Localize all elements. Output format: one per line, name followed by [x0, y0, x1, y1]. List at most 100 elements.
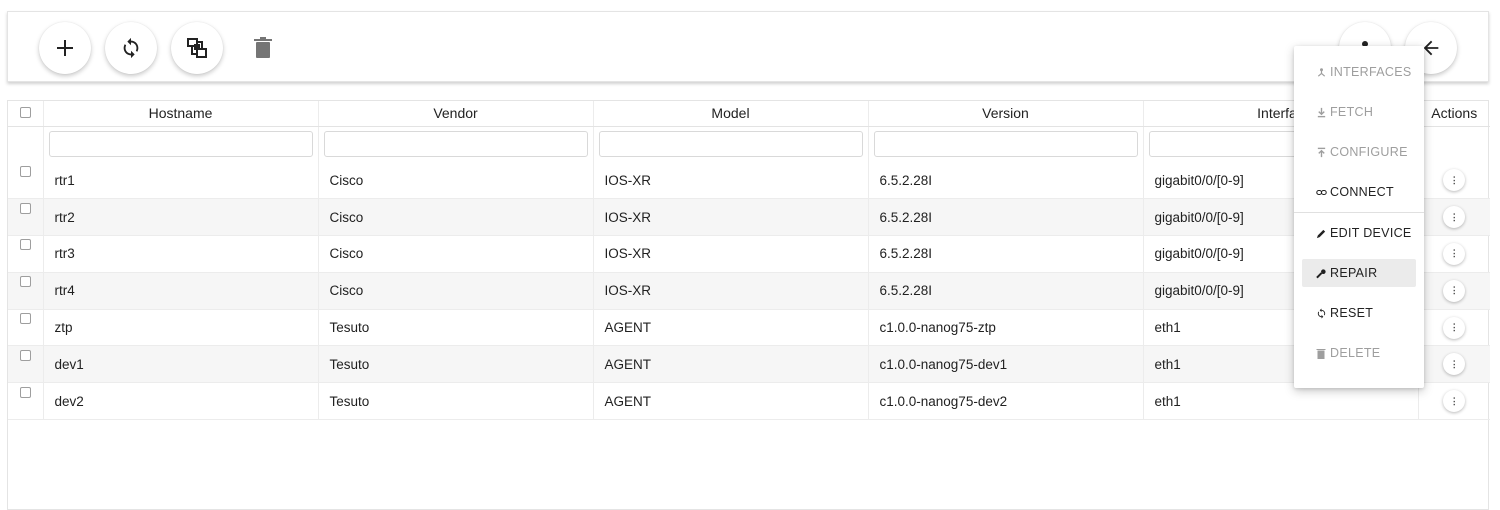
vendor-cell: Cisco [318, 198, 594, 236]
row-checkbox[interactable] [19, 239, 31, 251]
column-header-hostname[interactable]: Hostname [43, 101, 319, 127]
row-checkbox-cell [8, 272, 44, 310]
version-cell: 6.5.2.28I [868, 198, 1144, 236]
row-actions-button[interactable]: ⋮ [1443, 206, 1466, 229]
more-vert-icon: ⋮ [1449, 395, 1459, 406]
filter-row [8, 126, 1490, 162]
row-actions-button[interactable]: ⋮ [1443, 279, 1466, 302]
vendor-cell: Cisco [318, 272, 594, 310]
row-checkbox[interactable] [19, 276, 31, 288]
actions-cell: ⋮ [1418, 272, 1490, 309]
row-checkbox-cell [8, 162, 44, 199]
menu-item-fetch[interactable]: FETCH [1294, 92, 1424, 132]
row-checkbox[interactable] [19, 386, 31, 398]
table-row[interactable]: ztp Tesuto AGENT c1.0.0-nanog75-ztp eth1 ⋮ [8, 309, 1490, 346]
menu-item-repair[interactable]: REPAIR [1302, 259, 1416, 287]
interfaces-cell: eth1 [1143, 382, 1419, 420]
column-header-version[interactable]: Version [868, 101, 1144, 127]
menu-item-edit-device[interactable]: EDIT DEVICE [1294, 213, 1424, 253]
column-header-actions: Actions [1418, 101, 1490, 127]
hostname-cell: rtr1 [43, 162, 319, 199]
upload-icon [1316, 147, 1327, 158]
menu-item-interfaces[interactable]: INTERFACES [1294, 52, 1424, 92]
menu-item-delete[interactable]: DELETE [1294, 333, 1424, 373]
menu-item-connect[interactable]: CONNECT [1294, 172, 1424, 212]
vendor-filter-input[interactable] [323, 131, 588, 158]
sync-icon [120, 37, 142, 59]
topology-button[interactable] [171, 22, 223, 74]
vendor-cell: Tesuto [318, 382, 594, 420]
hub-icon [185, 36, 209, 60]
version-cell: 6.5.2.28I [868, 235, 1144, 273]
more-vert-icon: ⋮ [1449, 211, 1459, 222]
row-actions-button[interactable]: ⋮ [1443, 169, 1466, 192]
device-table: Hostname Vendor Model Version Interfac A… [7, 100, 1490, 510]
actions-cell: ⋮ [1418, 309, 1490, 346]
row-actions-button[interactable]: ⋮ [1443, 242, 1466, 265]
table-row[interactable]: rtr3 Cisco IOS-XR 6.5.2.28I gigabit0/0/[0-9]… [8, 235, 1490, 273]
more-vert-icon: ⋮ [1449, 285, 1459, 296]
row-checkbox-cell [8, 309, 44, 346]
hostname-filter-input[interactable] [48, 131, 313, 158]
actions-cell: ⋮ [1418, 236, 1490, 273]
row-actions-button[interactable]: ⋮ [1443, 316, 1466, 339]
row-checkbox[interactable] [19, 313, 31, 325]
model-cell: AGENT [593, 382, 869, 420]
model-cell: AGENT [593, 309, 869, 346]
vendor-cell: Tesuto [318, 345, 594, 383]
delete-button[interactable] [237, 22, 289, 74]
menu-item-reset[interactable]: RESET [1294, 293, 1424, 333]
column-header-model[interactable]: Model [593, 101, 869, 127]
add-button[interactable] [39, 22, 91, 74]
select-all-checkbox[interactable] [19, 107, 31, 119]
menu-item-configure[interactable]: CONFIGURE [1294, 132, 1424, 172]
row-checkbox[interactable] [19, 165, 31, 177]
pencil-icon [1316, 228, 1327, 239]
hostname-cell: dev1 [43, 345, 319, 383]
model-cell: IOS-XR [593, 162, 869, 199]
model-cell: AGENT [593, 345, 869, 383]
hostname-cell: rtr4 [43, 272, 319, 310]
table-row[interactable]: dev1 Tesuto AGENT c1.0.0-nanog75-dev1 eth1 ⋮ [8, 345, 1490, 383]
menu-item-label: DELETE [1330, 346, 1381, 360]
menu-item-label: EDIT DEVICE [1330, 226, 1412, 240]
version-cell: 6.5.2.28I [868, 162, 1144, 199]
version-cell: 6.5.2.28I [868, 272, 1144, 310]
version-cell: c1.0.0-nanog75-dev2 [868, 382, 1144, 420]
table-row[interactable]: dev2 Tesuto AGENT c1.0.0-nanog75-dev2 eth1 ⋮ [8, 382, 1490, 420]
refresh-button[interactable] [105, 22, 157, 74]
hostname-cell: rtr3 [43, 235, 319, 273]
hostname-cell: ztp [43, 309, 319, 346]
version-cell: c1.0.0-nanog75-dev1 [868, 345, 1144, 383]
toolbar [7, 11, 1489, 82]
more-vert-icon: ⋮ [1449, 358, 1459, 369]
download-icon [1316, 107, 1327, 118]
row-checkbox[interactable] [19, 202, 31, 214]
trash-icon [1316, 348, 1327, 359]
model-cell: IOS-XR [593, 198, 869, 236]
model-filter-input[interactable] [598, 131, 863, 158]
row-checkbox[interactable] [19, 349, 31, 361]
actions-cell: ⋮ [1418, 199, 1490, 236]
row-actions-button[interactable]: ⋮ [1443, 390, 1466, 413]
more-vert-icon: ⋮ [1449, 174, 1459, 185]
menu-item-label: RESET [1330, 306, 1374, 320]
select-all-cell [8, 101, 44, 127]
filter-spacer [8, 126, 44, 162]
column-header-vendor[interactable]: Vendor [318, 101, 594, 127]
row-checkbox-cell [8, 382, 44, 420]
vendor-cell: Tesuto [318, 309, 594, 346]
row-actions-button[interactable]: ⋮ [1443, 353, 1466, 376]
menu-item-label: CONFIGURE [1330, 145, 1408, 159]
row-checkbox-cell [8, 198, 44, 236]
interfaces-icon [1316, 67, 1327, 78]
version-filter-input[interactable] [873, 131, 1138, 158]
vendor-cell: Cisco [318, 162, 594, 199]
actions-menu: INTERFACES FETCH CONFIGURE CONNECT EDIT DEVI… [1294, 46, 1424, 388]
table-row[interactable]: rtr1 Cisco IOS-XR 6.5.2.28I gigabit0/0/[0-9]… [8, 162, 1490, 199]
menu-item-label: CONNECT [1330, 185, 1394, 199]
hostname-cell: dev2 [43, 382, 319, 420]
table-row[interactable]: rtr2 Cisco IOS-XR 6.5.2.28I gigabit0/0/[0-9]… [8, 198, 1490, 236]
menu-item-label: REPAIR [1330, 266, 1378, 280]
table-row[interactable]: rtr4 Cisco IOS-XR 6.5.2.28I gigabit0/0/[0-9]… [8, 272, 1490, 310]
